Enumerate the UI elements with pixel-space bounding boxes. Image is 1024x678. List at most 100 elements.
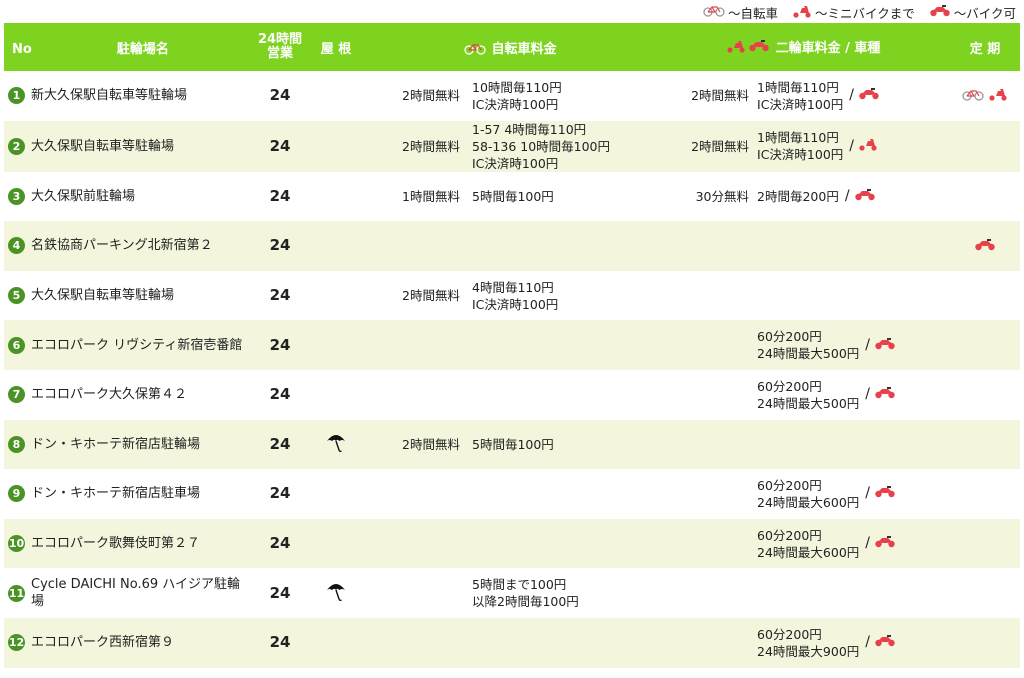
header-bike-fee: 自転車料金 — [364, 23, 657, 71]
cell-roof — [308, 568, 364, 618]
parking-name: エコロパーク歌舞伎町第２７ — [31, 536, 201, 552]
row-number-badge: 5 — [8, 287, 25, 305]
cell-bike-fee: 5時間まで100円 以降2時間毎100円 — [462, 568, 656, 618]
table-row: 9 ドン・キホーテ新宿店駐車場 24 60分200円 24時間最大600円 / — [4, 469, 1020, 519]
cell-bike-free — [364, 320, 462, 370]
scooter-icon — [726, 39, 746, 57]
cell-24h: 24 — [252, 320, 308, 370]
cell-roof — [308, 172, 364, 222]
table-body: 1 新大久保駅自転車等駐輪場 24 2時間無料 10時間毎110円 IC決済時100円 2時… — [4, 71, 1021, 668]
table-row: 2 大久保駅自転車等駐輪場 24 2時間無料 1-57 4時間毎110円 58-136 1… — [4, 120, 1021, 172]
legend-item-scooter: ～ミニバイクまで — [792, 3, 915, 22]
row-number-badge: 9 — [8, 485, 25, 503]
cell-24h: 24 — [269, 385, 291, 404]
cell-roof — [308, 120, 364, 172]
cell-regular — [950, 221, 1021, 271]
table-row: 1 新大久保駅自転車等駐輪場 24 2時間無料 10時間毎110円 IC決済時100円 2時… — [4, 71, 1020, 121]
cell-moto-free — [656, 617, 752, 668]
moto-fee-line: IC決済時100円 — [757, 96, 844, 112]
parking-name: Cycle DAICHI No.69 ハイジア駐輪場 — [31, 577, 240, 610]
cell-roof — [308, 221, 364, 271]
table-row: 8 ドン・キホーテ新宿店駐輪場 24 2時間無料 5時間毎100円 — [4, 419, 1021, 470]
scooter-icon — [858, 137, 878, 155]
cell-name: 8 ドン・キホーテ新宿店駐輪場 — [4, 419, 252, 470]
cell-name: 3 大久保駅前駐輪場 — [4, 172, 252, 222]
header-moto-fee-label: 二輪車料金 / 車種 — [775, 40, 881, 56]
cell-name: 5 大久保駅自転車等駐輪場 — [4, 271, 252, 321]
vehicle-separator: / — [865, 485, 870, 502]
cell-moto-fee: 60分200円 24時間最大500円 / — [751, 320, 951, 370]
moto-fee-line: 1時間毎110円 — [757, 79, 839, 95]
vehicle-separator: / — [865, 535, 870, 552]
cell-regular — [950, 271, 1020, 321]
cell-bike-fee: 1-57 4時間毎110円 58-136 10時間毎100円 IC決済時100円 — [462, 120, 657, 172]
cell-bike-fee — [462, 370, 656, 420]
bike-fee-line: 1-57 4時間毎110円 — [472, 121, 587, 137]
cell-moto-free — [656, 221, 752, 271]
header-24h: 24時間 営業 — [252, 23, 308, 71]
cell-bike-free — [364, 518, 462, 569]
cell-moto-fee: 60分200円 24時間最大600円 / — [751, 518, 951, 569]
cell-regular — [950, 172, 1020, 222]
parking-table: No 駐輪場名 24時間 営業 屋 根 自転車料金 二輪車料金 / 車種 定 期 … — [4, 23, 1021, 668]
header-name: 駐輪場名 — [116, 41, 169, 57]
motorcycle-icon — [929, 4, 951, 20]
cell-name: 1 新大久保駅自転車等駐輪場 — [4, 71, 252, 121]
moto-fee-line: 2時間毎200円 — [757, 188, 839, 204]
cell-moto-fee: 60分200円 24時間最大600円 / — [751, 469, 950, 519]
moto-fee-line: 1時間毎110円 — [757, 130, 839, 146]
cell-bike-free: 2時間無料 — [364, 120, 462, 172]
cell-moto-fee: 60分200円 24時間最大500円 / — [751, 370, 950, 420]
motorcycle-icon — [874, 485, 896, 502]
vehicle-legend: ～自転車 ～ミニバイクまで ～バイク可 — [703, 2, 1016, 22]
cell-bike-fee: 5時間毎100円 — [462, 172, 656, 222]
cell-regular — [950, 518, 1021, 569]
row-number-badge: 6 — [8, 336, 25, 354]
cell-name: 12 エコロパーク西新宿第９ — [4, 617, 252, 668]
cell-24h: 24 — [252, 617, 308, 668]
moto-fee-line: 24時間最大600円 — [757, 494, 860, 510]
cell-roof — [308, 518, 364, 569]
parking-name: エコロパーク リヴシティ新宿壱番館 — [31, 337, 243, 353]
legend-item-motorcycle: ～バイク可 — [929, 3, 1016, 22]
vehicle-separator: / — [865, 386, 870, 403]
cell-roof — [308, 370, 364, 420]
bike-fee-line: IC決済時100円 — [472, 96, 559, 112]
motorcycle-icon — [874, 386, 896, 403]
cell-bike-free: 1時間無料 — [402, 188, 460, 204]
cell-moto-fee — [751, 419, 951, 470]
row-number-badge: 2 — [8, 137, 25, 155]
cell-bike-free: 2時間無料 — [402, 88, 460, 104]
cell-bike-free: 2時間無料 — [402, 288, 460, 304]
bike-fee-line: IC決済時100円 — [472, 296, 559, 312]
legend-label: ～自転車 — [727, 5, 778, 21]
table-row: 10 エコロパーク歌舞伎町第２７ 24 60分200円 24時間最大600円 / — [4, 518, 1021, 569]
moto-fee-line: 60分200円 — [757, 626, 822, 642]
cell-moto-free — [656, 518, 752, 569]
cell-24h: 24 — [252, 120, 308, 172]
legend-item-bicycle: ～自転車 — [703, 3, 778, 22]
row-number-badge: 11 — [8, 584, 25, 602]
cell-name: 9 ドン・キホーテ新宿店駐車場 — [4, 469, 252, 519]
cell-moto-fee — [751, 271, 950, 321]
cell-moto-free — [656, 469, 751, 519]
cell-name: 2 大久保駅自転車等駐輪場 — [4, 120, 252, 172]
vehicle-separator: / — [865, 336, 870, 353]
table-row: 7 エコロパーク大久保第４２ 24 60分200円 24時間最大500円 / — [4, 370, 1020, 420]
cell-bike-free — [364, 370, 462, 420]
cell-name: 7 エコロパーク大久保第４２ — [4, 370, 252, 420]
motorcycle-icon — [974, 238, 996, 255]
bicycle-icon — [703, 5, 725, 20]
moto-fee-line: 60分200円 — [757, 329, 822, 345]
scooter-icon — [792, 4, 812, 21]
bicycle-icon — [962, 88, 984, 105]
cell-moto-free — [656, 370, 751, 420]
cell-regular — [950, 370, 1020, 420]
cell-name: 10 エコロパーク歌舞伎町第２７ — [4, 518, 252, 569]
cell-bike-fee — [462, 518, 657, 569]
moto-fee-line: 60分200円 — [757, 527, 822, 543]
cell-bike-fee — [462, 221, 657, 271]
cell-regular — [950, 320, 1021, 370]
bike-fee-line: 5時間まで100円 — [472, 577, 567, 593]
header-roof: 屋 根 — [308, 23, 364, 71]
